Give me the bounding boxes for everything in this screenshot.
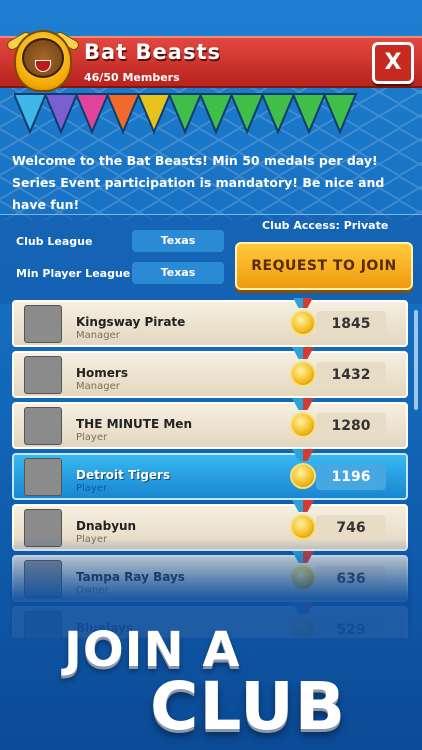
medal-ribbon-icon [292,347,314,359]
member-list[interactable]: Kingsway Pirate Manager 1845 Homers Manager 1… [10,298,412,638]
club-league-label: Club League [16,235,93,248]
request-to-join-button[interactable]: REQUEST TO JOIN [235,242,413,290]
close-button[interactable]: X [372,42,414,84]
member-avatar [24,356,62,394]
medal-icon [290,310,316,336]
member-name: Detroit Tigers [76,468,171,482]
member-role: Manager [76,381,120,392]
promo-headline-line2: CLUB [150,668,347,745]
medal-icon [290,361,316,387]
medal-triangle-icon [167,93,203,135]
member-medal-score: 1845 [316,311,386,337]
min-player-league-label: Min Player League [16,267,131,280]
member-medal-score: 1432 [316,362,386,388]
min-player-league-value: Texas [132,262,224,284]
member-role: Player [76,483,108,494]
medal-progress-icons [12,92,364,136]
club-league-value: Texas [132,230,224,252]
medal-ribbon-icon [292,398,314,410]
medal-triangle-icon [322,93,358,135]
medal-triangle-icon [12,93,48,135]
member-role: Manager [76,330,120,341]
member-role: Player [76,432,108,443]
club-access-status: Club Access: Private [262,219,389,232]
medal-ribbon-icon [292,449,314,461]
member-row[interactable]: Kingsway Pirate Manager 1845 [12,298,408,347]
medal-ribbon-icon [292,500,314,512]
medal-ribbon-icon [292,298,314,308]
medal-triangle-icon [198,93,234,135]
member-avatar [24,458,62,496]
member-row[interactable]: THE MINUTE Men Player 1280 [12,398,408,449]
medal-triangle-icon [43,93,79,135]
medal-triangle-icon [74,93,110,135]
medal-triangle-icon [229,93,265,135]
member-name: Dnabyun [76,519,137,533]
club-crest-bear-icon [5,24,81,96]
member-name: Kingsway Pirate [76,315,186,329]
member-medal-score: 1196 [316,464,386,490]
medal-triangle-icon [260,93,296,135]
medal-triangle-icon [136,93,172,135]
list-scrollbar[interactable] [414,310,418,410]
club-welcome-message: Welcome to the Bat Beasts! Min 50 medals… [12,153,385,212]
member-row[interactable]: Homers Manager 1432 [12,347,408,398]
member-medal-score: 1280 [316,413,386,439]
member-name: Homers [76,366,128,380]
member-count: 46/50 Members [84,71,180,84]
medal-icon [290,514,316,540]
club-name: Bat Beasts [84,40,221,64]
medal-triangle-icon [291,93,327,135]
member-avatar [24,305,62,343]
member-name: THE MINUTE Men [76,417,192,431]
medal-icon [290,412,316,438]
member-row[interactable]: Detroit Tigers Player 1196 [12,449,408,500]
medal-triangle-icon [105,93,141,135]
member-avatar [24,407,62,445]
medal-icon [290,463,316,489]
